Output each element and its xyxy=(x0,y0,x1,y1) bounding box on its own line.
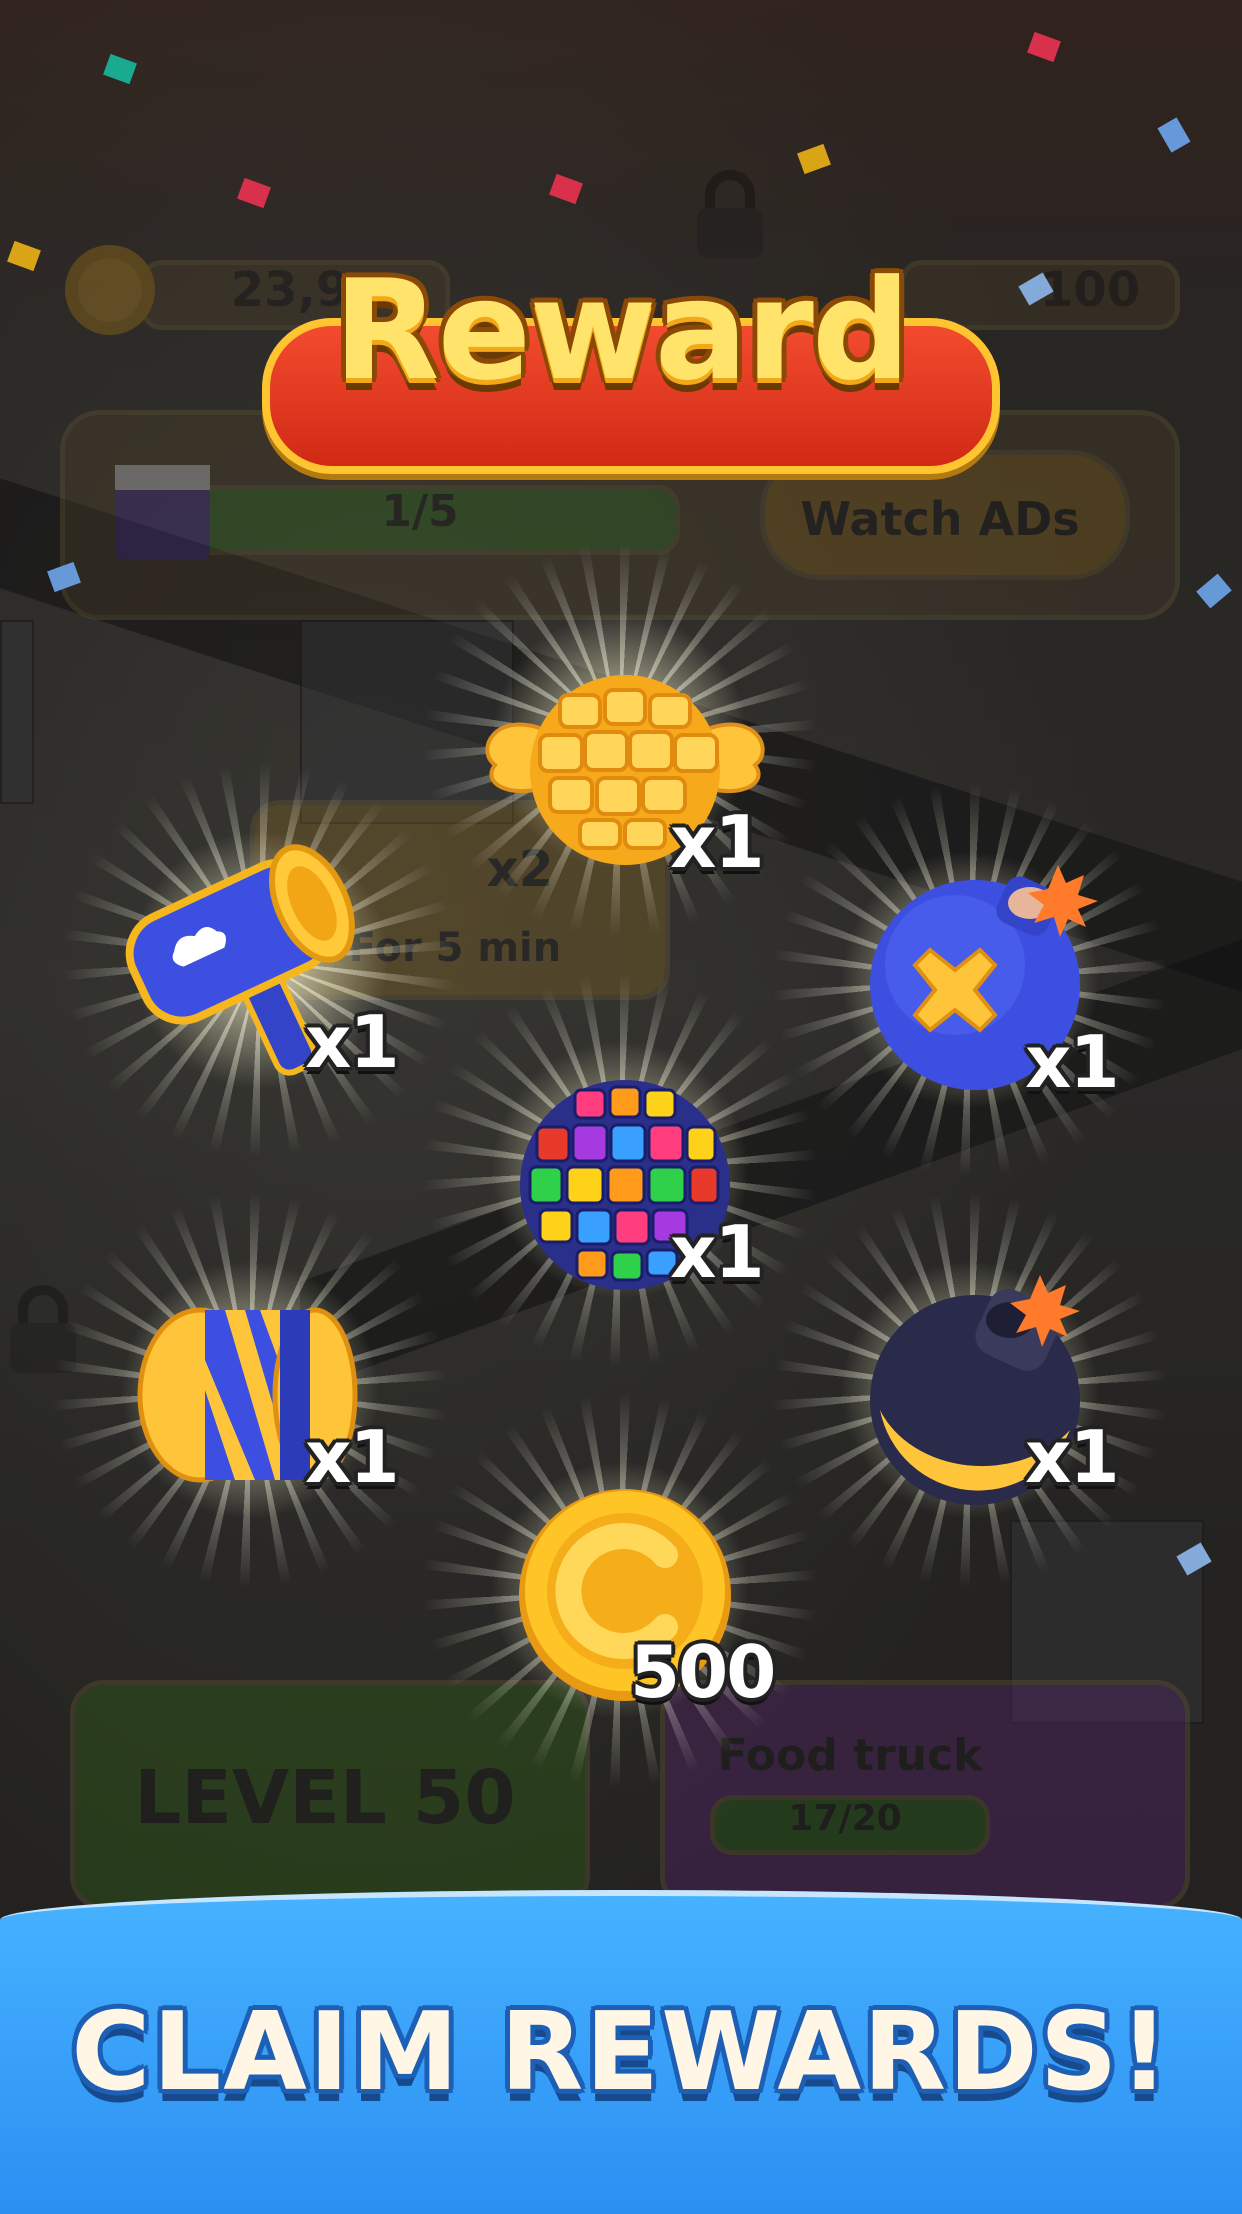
reward-quantity: x1 xyxy=(670,1210,765,1294)
reward-quantity: x1 xyxy=(1025,1020,1120,1104)
claim-rewards-caption: CLAIM REWARDS! xyxy=(71,1990,1171,2115)
reward-title: Reward xyxy=(333,250,910,411)
reward-quantity: 500 xyxy=(630,1630,776,1714)
reward-quantity: x1 xyxy=(1025,1415,1120,1499)
reward-quantity: x1 xyxy=(305,1000,400,1084)
reward-quantity: x1 xyxy=(305,1415,400,1499)
reward-quantity: x1 xyxy=(670,800,765,884)
